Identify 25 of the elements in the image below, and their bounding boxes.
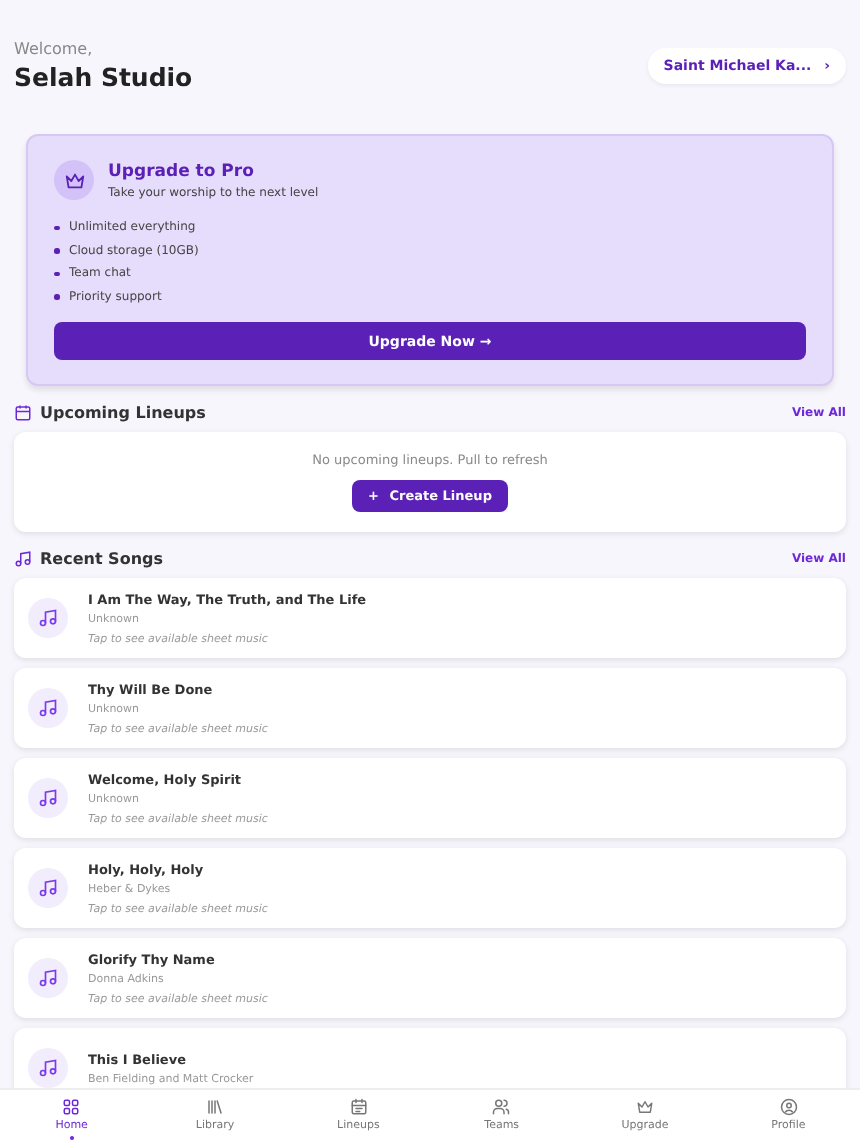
studio-name: Selah Studio xyxy=(14,62,193,92)
bullet-icon xyxy=(54,271,59,276)
people-icon xyxy=(492,1098,511,1116)
section-title: Upcoming Lineups xyxy=(40,404,206,422)
bullet-icon xyxy=(54,225,59,230)
crown-icon xyxy=(54,160,94,200)
active-indicator xyxy=(69,1136,74,1140)
music-note-icon xyxy=(38,698,58,718)
music-note-icon xyxy=(38,788,58,808)
crown-icon xyxy=(636,1098,655,1116)
bullet-icon xyxy=(54,294,59,299)
profile-icon xyxy=(779,1098,798,1116)
music-note-icon xyxy=(14,550,32,568)
music-note-icon xyxy=(38,878,58,898)
grid-icon xyxy=(62,1098,81,1116)
bullet-icon xyxy=(54,248,59,253)
music-note-icon xyxy=(38,1058,58,1078)
section-title: Recent Songs xyxy=(40,550,163,568)
music-note-icon xyxy=(38,608,58,628)
calendar-icon xyxy=(349,1098,368,1116)
upgrade-title: Upgrade to Pro xyxy=(108,161,256,181)
library-icon xyxy=(206,1098,224,1116)
calendar-icon xyxy=(14,404,32,422)
music-note-icon xyxy=(38,968,58,988)
greeting-text: Welcome, xyxy=(14,40,95,58)
